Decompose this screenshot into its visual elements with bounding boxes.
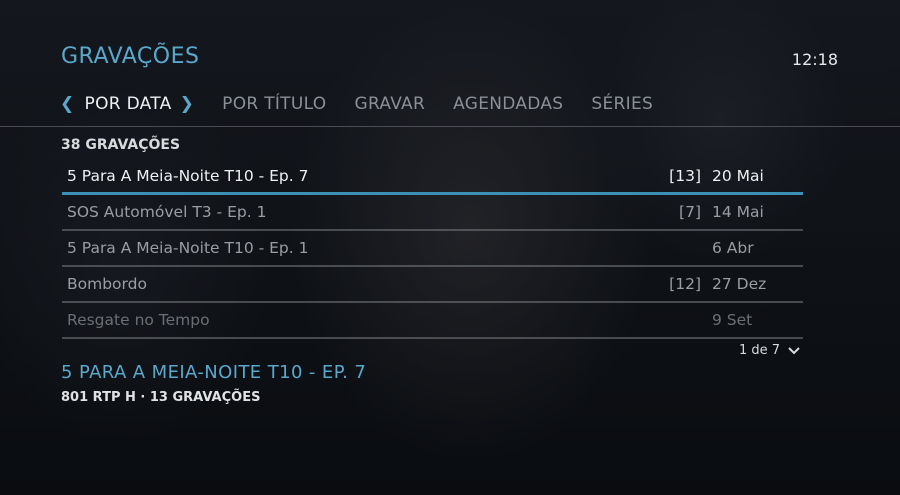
item-title: 5 Para A Meia-Noite T10 - Ep. 1 — [67, 239, 309, 257]
item-title: Resgate no Tempo — [67, 311, 210, 329]
item-episode-count: [12] — [669, 275, 701, 293]
pagination-label: 1 de 7 — [738, 343, 780, 358]
chevron-left-icon[interactable]: ❮ — [60, 94, 75, 114]
tab-bar: ❮ POR DATA ❯ POR TÍTULO GRAVAR AGENDADAS… — [60, 92, 681, 116]
tab-por-titulo[interactable]: POR TÍTULO — [222, 94, 326, 114]
recordings-list: 5 Para A Meia-Noite T10 - Ep. 7 [13] 20 … — [62, 159, 803, 339]
detail-title: 5 PARA A MEIA-NOITE T10 - EP. 7 — [61, 362, 367, 383]
item-date: 20 Mai — [712, 166, 764, 185]
recordings-count: 38 GRAVAÇÕES — [61, 137, 181, 153]
item-date: 27 Dez — [712, 275, 767, 293]
tab-agendadas[interactable]: AGENDADAS — [453, 94, 563, 114]
item-title: SOS Automóvel T3 - Ep. 1 — [67, 203, 267, 221]
list-item[interactable]: Resgate no Tempo 9 Set — [62, 303, 803, 339]
item-date: 14 Mai — [712, 203, 764, 221]
item-date: 9 Set — [712, 311, 753, 329]
list-item[interactable]: 5 Para A Meia-Noite T10 - Ep. 1 6 Abr — [62, 231, 803, 267]
list-item[interactable]: Bombordo [12] 27 Dez — [62, 267, 803, 303]
clock: 12:18 — [791, 50, 838, 69]
item-episode-count: [13] — [669, 166, 701, 185]
chevron-right-icon[interactable]: ❯ — [180, 94, 195, 114]
tab-label: POR DATA — [84, 94, 172, 114]
chevron-down-icon[interactable] — [788, 346, 800, 355]
tab-por-data[interactable]: ❮ POR DATA ❯ — [60, 94, 194, 114]
list-item[interactable]: 5 Para A Meia-Noite T10 - Ep. 7 [13] 20 … — [62, 159, 803, 195]
pagination[interactable]: 1 de 7 — [739, 343, 800, 358]
item-title: Bombordo — [67, 275, 147, 293]
tab-series[interactable]: SÉRIES — [591, 94, 653, 114]
page-title: GRAVAÇÕES — [61, 44, 200, 69]
tab-divider — [0, 126, 900, 127]
item-episode-count: [7] — [679, 203, 701, 221]
detail-subtitle: 801 RTP H · 13 GRAVAÇÕES — [61, 390, 261, 405]
list-item[interactable]: SOS Automóvel T3 - Ep. 1 [7] 14 Mai — [62, 195, 803, 231]
tab-gravar[interactable]: GRAVAR — [354, 94, 425, 114]
item-title: 5 Para A Meia-Noite T10 - Ep. 7 — [67, 166, 309, 185]
item-date: 6 Abr — [712, 239, 754, 257]
